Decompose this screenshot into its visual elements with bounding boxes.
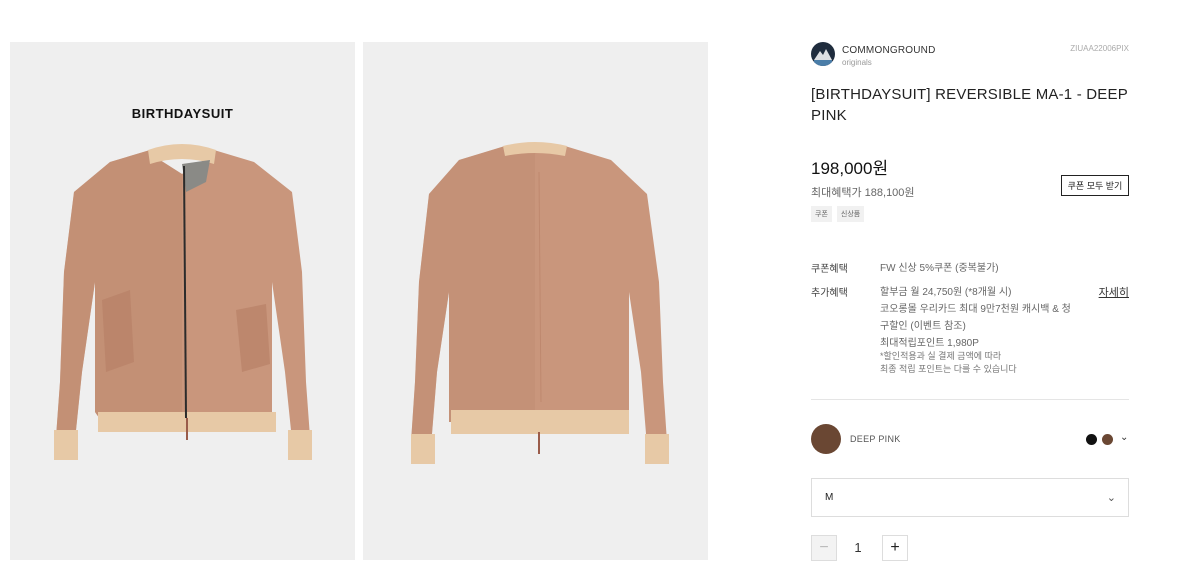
download-all-coupons-button[interactable]: 쿠폰 모두 받기 bbox=[1061, 175, 1129, 196]
tag-list: 쿠폰 신상품 bbox=[811, 206, 865, 222]
max-benefit-price: 최대혜택가 188,100원 bbox=[811, 187, 915, 199]
quantity-value[interactable]: 1 bbox=[851, 540, 865, 555]
size-select[interactable]: M ⌄ bbox=[811, 478, 1129, 517]
brand-sub: originals bbox=[842, 58, 872, 67]
brand-row[interactable]: COMMONGROUND originals ZIUAA22006PIX bbox=[811, 42, 1129, 68]
quantity-increase-button[interactable]: + bbox=[882, 535, 908, 561]
color-dot-black[interactable] bbox=[1086, 434, 1097, 445]
extra-benefit-line: 할부금 월 24,750원 (*8개월 시) bbox=[880, 287, 1012, 298]
product-title: [BIRTHDAYSUIT] REVERSIBLE MA-1 - DEEP PI… bbox=[811, 86, 1128, 124]
coupon-benefit-value: FW 신상 5%쿠폰 (중복불가) bbox=[880, 263, 999, 274]
color-dot-brown[interactable] bbox=[1102, 434, 1113, 445]
extra-benefit-list: 할부금 월 24,750원 (*8개월 시) 코오롱몰 우리카드 최대 9만7천… bbox=[880, 284, 1071, 352]
note-line: 최종 적립 포인트는 다를 수 있습니다 bbox=[880, 364, 1017, 374]
product-image-back[interactable] bbox=[363, 42, 708, 560]
quantity-stepper: − 1 + bbox=[811, 535, 931, 561]
extra-benefit-line: 구할인 (이벤트 참조) bbox=[880, 321, 966, 332]
coupon-benefit-label: 쿠폰혜택 bbox=[811, 264, 848, 275]
extra-benefit-label: 추가혜택 bbox=[811, 288, 848, 299]
chevron-down-icon: ⌄ bbox=[1106, 492, 1116, 504]
jacket-front-illustration bbox=[54, 144, 312, 460]
quantity-decrease-button[interactable]: − bbox=[811, 535, 837, 561]
tag-new: 신상품 bbox=[836, 206, 865, 222]
extra-benefit-row: 추가혜택 할부금 월 24,750원 (*8개월 시) 코오롱몰 우리카드 최대… bbox=[811, 284, 1129, 349]
product-image-front[interactable]: BIRTHDAYSUIT bbox=[10, 42, 355, 560]
jacket-back-illustration bbox=[411, 142, 669, 464]
divider bbox=[811, 399, 1129, 400]
color-option-row[interactable]: DEEP PINK ⌄ bbox=[811, 424, 1129, 456]
tag-coupon: 쿠폰 bbox=[811, 206, 832, 222]
brand-name[interactable]: COMMONGROUND bbox=[842, 45, 936, 56]
points-note: *할인적용과 실 결제 금액에 따라 최종 적립 포인트는 다를 수 있습니다 bbox=[880, 350, 1017, 376]
price: 198,000원 bbox=[811, 159, 889, 178]
chevron-down-icon[interactable]: ⌄ bbox=[1120, 432, 1128, 443]
extra-benefit-line: 코오롱몰 우리카드 최대 9만7천원 캐시백 & 청 bbox=[880, 304, 1071, 315]
note-line: *할인적용과 실 결제 금액에 따라 bbox=[880, 351, 1002, 361]
detail-link[interactable]: 자세히 bbox=[1099, 284, 1129, 300]
size-value: M bbox=[825, 492, 834, 503]
selected-color-swatch bbox=[811, 424, 841, 454]
brand-logo-icon bbox=[811, 42, 835, 66]
color-name: DEEP PINK bbox=[850, 434, 901, 444]
product-code: ZIUAA22006PIX bbox=[1070, 44, 1129, 53]
